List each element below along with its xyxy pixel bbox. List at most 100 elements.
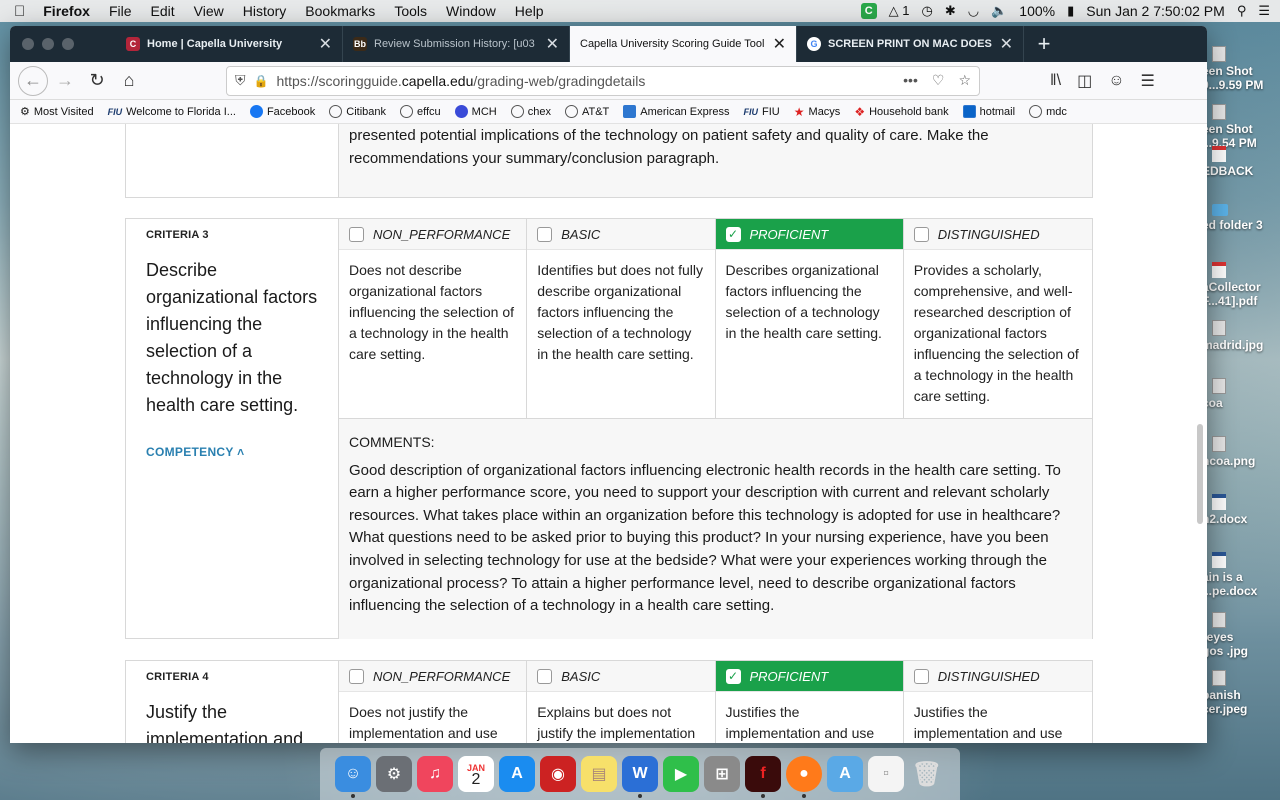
level-option[interactable]: BASIC bbox=[527, 661, 715, 692]
menu-history[interactable]: History bbox=[243, 3, 287, 19]
firefox-icon[interactable]: ● bbox=[786, 756, 822, 798]
flash-icon[interactable]: f bbox=[745, 756, 781, 798]
close-tab-icon[interactable]: ✕ bbox=[773, 34, 786, 54]
document-icon[interactable]: ▫ bbox=[868, 756, 904, 792]
calculator-icon[interactable]: ⊞ bbox=[704, 756, 740, 792]
desktop-item[interactable]: ain is a ...pe.docx bbox=[1202, 552, 1280, 598]
close-tab-icon[interactable]: ✕ bbox=[1000, 34, 1013, 54]
checkbox-icon[interactable] bbox=[913, 226, 929, 242]
desktop-item[interactable]: ed folder 3 bbox=[1202, 204, 1280, 232]
bookmark-macys[interactable]: ★ Macys bbox=[794, 105, 841, 119]
menu-tools[interactable]: Tools bbox=[394, 3, 427, 19]
forward-button[interactable]: → bbox=[50, 66, 80, 96]
back-button[interactable]: ← bbox=[18, 65, 48, 96]
checkbox-icon[interactable] bbox=[349, 226, 364, 242]
bookmark-mdc[interactable]: mdc bbox=[1029, 105, 1067, 118]
menu-app-firefox[interactable]: Firefox bbox=[43, 3, 90, 19]
bookmark-effcu[interactable]: effcu bbox=[400, 105, 441, 118]
menu-hamburger-icon[interactable]: ☰ bbox=[1141, 71, 1155, 91]
system-preferences-icon[interactable]: ⚙ bbox=[376, 756, 412, 792]
checkbox-icon[interactable] bbox=[349, 668, 364, 684]
bookmark-hotmail[interactable]: hotmail bbox=[962, 105, 1015, 118]
close-tab-icon[interactable]: ✕ bbox=[546, 34, 559, 54]
level-option[interactable]: NON_PERFORMANCE bbox=[339, 219, 527, 250]
lock-icon[interactable]: 🔒 bbox=[254, 74, 269, 88]
facetime-icon[interactable]: ▶ bbox=[663, 756, 699, 792]
bookmark-star-icon[interactable]: ☆ bbox=[958, 72, 971, 89]
desktop-item[interactable]: reyes gos .jpg bbox=[1202, 612, 1280, 658]
bookmark-citibank[interactable]: Citibank bbox=[329, 105, 386, 118]
tab-capella-home[interactable]: C Home | Capella University ✕ bbox=[116, 26, 343, 62]
desktop-item[interactable]: aCollector F...41].pdf bbox=[1202, 262, 1280, 308]
desktop-item[interactable]: een Shot 0...9.59 PM bbox=[1202, 46, 1280, 92]
bookmark-chex[interactable]: chex bbox=[510, 105, 551, 118]
pocket-icon[interactable]: ♡ bbox=[932, 72, 945, 89]
spotlight-icon[interactable]: ⚲ bbox=[1237, 3, 1247, 19]
apple-menu-icon[interactable]:  bbox=[14, 3, 25, 20]
checkbox-icon[interactable] bbox=[537, 668, 553, 684]
minimize-window-button[interactable] bbox=[42, 38, 54, 50]
sidebar-icon[interactable]: ◫ bbox=[1077, 71, 1092, 91]
bookmark-mch[interactable]: MCH bbox=[454, 105, 497, 118]
volume-icon[interactable]: 🔈 bbox=[991, 3, 1007, 19]
bookmark-household-bank[interactable]: ❖ Household bank bbox=[854, 105, 948, 119]
desktop-item[interactable]: n2.docx bbox=[1202, 494, 1280, 526]
bookmark-most-visited[interactable]: ⚙ Most Visited bbox=[20, 105, 94, 119]
home-button[interactable]: ⌂ bbox=[114, 66, 144, 96]
checkbox-icon[interactable] bbox=[913, 668, 929, 684]
bookmark-fiu[interactable]: FIU FIU bbox=[744, 106, 780, 118]
desktop-item[interactable]: EDBACK bbox=[1202, 146, 1280, 178]
menu-bookmarks[interactable]: Bookmarks bbox=[305, 3, 375, 19]
trash-icon[interactable]: 🗑 bbox=[909, 756, 945, 792]
app-store-icon[interactable]: A bbox=[499, 756, 535, 792]
menu-window[interactable]: Window bbox=[446, 3, 496, 19]
url-bar[interactable]: ⛨ 🔒 https://scoringguide. capella.edu/gra… bbox=[226, 65, 980, 96]
word-icon[interactable]: W bbox=[622, 756, 658, 798]
checkmark-icon[interactable]: ✓ bbox=[725, 668, 741, 684]
competency-toggle[interactable]: COMPETENCY ˄ bbox=[146, 445, 318, 459]
bookmark-florida[interactable]: FIU Welcome to Florida I... bbox=[108, 106, 236, 118]
tracking-shield-icon[interactable]: ⛨ bbox=[235, 72, 246, 89]
page-scrollbar[interactable] bbox=[1197, 424, 1203, 524]
desktop-item[interactable]: panish cer.jpeg bbox=[1202, 670, 1280, 716]
bookmark-facebook[interactable]: Facebook bbox=[249, 105, 315, 118]
menu-view[interactable]: View bbox=[194, 3, 224, 19]
level-option[interactable]: DISTINGUISHED bbox=[903, 219, 1092, 250]
level-option-selected[interactable]: ✓ PROFICIENT bbox=[715, 661, 903, 692]
stickies-icon[interactable]: ▤ bbox=[581, 756, 617, 792]
adobe-icon[interactable]: △ 1 bbox=[889, 3, 910, 19]
tab-google-search[interactable]: G SCREEN PRINT ON MAC DOES ✕ bbox=[797, 26, 1024, 62]
calendar-icon[interactable]: JAN 2 bbox=[458, 756, 494, 792]
menu-edit[interactable]: Edit bbox=[151, 3, 175, 19]
music-icon[interactable]: ♫ bbox=[417, 756, 453, 792]
bookmark-amex[interactable]: American Express bbox=[623, 105, 730, 118]
level-option[interactable]: BASIC bbox=[527, 219, 715, 250]
reload-button[interactable]: ↻ bbox=[82, 66, 112, 96]
wifi-icon[interactable]: ◡ bbox=[968, 3, 979, 19]
account-icon[interactable]: ☺ bbox=[1108, 72, 1124, 90]
tab-scoring-guide[interactable]: Capella University Scoring Guide Tool ✕ bbox=[570, 26, 797, 62]
finder-icon[interactable]: ☺ bbox=[335, 756, 371, 798]
clock[interactable]: Sun Jan 2 7:50:02 PM bbox=[1086, 3, 1225, 19]
photo-booth-icon[interactable]: ◉ bbox=[540, 756, 576, 792]
checkmark-icon[interactable]: ✓ bbox=[725, 226, 741, 242]
bluetooth-icon[interactable]: ✱ bbox=[945, 3, 956, 19]
desktop-item[interactable]: coa bbox=[1202, 378, 1280, 410]
close-tab-icon[interactable]: ✕ bbox=[319, 34, 332, 54]
desktop-item[interactable]: madrid.jpg bbox=[1202, 320, 1280, 352]
library-icon[interactable]: ‖\ bbox=[1050, 72, 1061, 90]
level-option[interactable]: DISTINGUISHED bbox=[903, 661, 1092, 692]
close-window-button[interactable] bbox=[22, 38, 34, 50]
page-actions-icon[interactable]: ••• bbox=[903, 72, 918, 89]
level-option[interactable]: NON_PERFORMANCE bbox=[339, 661, 527, 692]
menu-help[interactable]: Help bbox=[515, 3, 544, 19]
bookmark-att[interactable]: AT&T bbox=[564, 105, 609, 118]
desktop-item[interactable]: een Shot ...9.54 PM bbox=[1202, 104, 1280, 150]
battery-icon[interactable]: ▮ bbox=[1067, 3, 1074, 19]
applications-folder-icon[interactable]: A bbox=[827, 756, 863, 792]
level-option-selected[interactable]: ✓ PROFICIENT bbox=[715, 219, 903, 250]
status-app-icon[interactable]: C bbox=[860, 3, 877, 19]
checkbox-icon[interactable] bbox=[537, 226, 553, 242]
zoom-window-button[interactable] bbox=[62, 38, 74, 50]
desktop-item[interactable]: ncoa.png bbox=[1202, 436, 1280, 468]
